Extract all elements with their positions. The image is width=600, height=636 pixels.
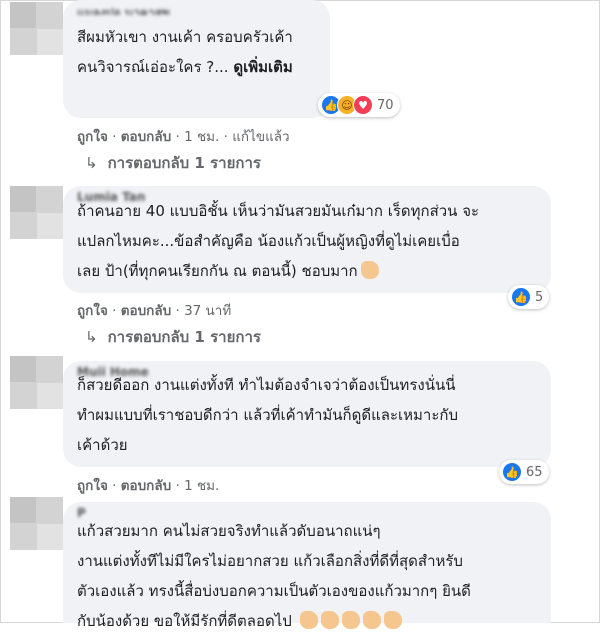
replies-label[interactable]: การตอบกลับ 1 รายการ bbox=[108, 328, 261, 346]
view-replies-link[interactable]: ↳ การตอบกลับ 1 รายการ bbox=[85, 325, 261, 349]
see-more-link[interactable]: ดูเพิ่มเติม bbox=[233, 58, 292, 76]
comment-actions: ถูกใจ · ตอบกลับ · 1 ชม. · แก้ไขแล้ว bbox=[77, 129, 290, 145]
clap-emoji-icon bbox=[341, 611, 360, 629]
comment-line-text: เลย ป้า(ที่ทุกคนเรียกกัน ณ ตอนนี้) ชอบมา… bbox=[77, 262, 358, 280]
comment-line: ทำผมแบบที่เราชอบดีกว่า แล้วที่เค้าทำมันก… bbox=[77, 406, 459, 424]
avatar[interactable] bbox=[10, 2, 63, 55]
comment-actions: ถูกใจ · ตอบกลับ · 37 นาที bbox=[77, 303, 232, 319]
clap-emoji-icon bbox=[362, 611, 381, 629]
like-link[interactable]: ถูกใจ bbox=[77, 129, 108, 145]
comment-bubble: แมลงปอ นาคาสุข สีผมหัวเขา งานเค้า ครอบคร… bbox=[63, 0, 330, 118]
like-link[interactable]: ถูกใจ bbox=[77, 303, 108, 319]
like-link[interactable]: ถูกใจ bbox=[77, 478, 108, 494]
avatar[interactable] bbox=[10, 497, 63, 550]
hand-emoji-icon bbox=[360, 261, 379, 279]
comment-line: คนวิจารณ์เอ่อะใคร ?... ดูเพิ่มเติม bbox=[77, 52, 316, 82]
reply-link[interactable]: ตอบกลับ bbox=[121, 129, 171, 145]
comment-line: ก็สวยดีออก งานแต่งทั้งที ทำไมต้องจำเจว่า… bbox=[77, 376, 456, 394]
comment-text: ก็สวยดีออก งานแต่งทั้งที ทำไมต้องจำเจว่า… bbox=[77, 370, 537, 460]
avatar[interactable] bbox=[10, 356, 63, 409]
replies-label[interactable]: การตอบกลับ 1 รายการ bbox=[108, 154, 261, 172]
comment-line: ตัวเองแล้ว ทรงนี้สื่อบ่งบอกความเป็นตัวเอ… bbox=[77, 582, 471, 600]
edited-label: แก้ไขแล้ว bbox=[232, 129, 290, 145]
comment-line: แก้วสวยมาก คนไม่สวยจริงทำแล้วดับอนาถแน่ๆ bbox=[77, 522, 381, 540]
reply-link[interactable]: ตอบกลับ bbox=[121, 478, 171, 494]
thumbs-up-icon: 👍 bbox=[511, 287, 531, 307]
comment-time[interactable]: 1 ชม. bbox=[184, 478, 219, 494]
reaction-summary[interactable]: 👍 ☺ ♥ 70 bbox=[318, 93, 400, 117]
comment-bubble: Lumia Tan ถ้าคนอาย 40 แบบอิชั้น เห็นว่าม… bbox=[63, 186, 551, 293]
clap-emoji-icon bbox=[320, 611, 339, 629]
comment-bubble: P แก้วสวยมาก คนไม่สวยจริงทำแล้วดับอนาถแน… bbox=[63, 502, 551, 630]
reaction-summary[interactable]: 👍 5 bbox=[508, 285, 550, 309]
comment-line: เค้าด้วย bbox=[77, 436, 128, 454]
comment-line: ถ้าคนอาย 40 แบบอิชั้น เห็นว่ามันสวยมันเก… bbox=[77, 202, 480, 220]
comment-actions: ถูกใจ · ตอบกลับ · 1 ชม. bbox=[77, 478, 220, 494]
comment-text: สีผมหัวเขา งานเค้า ครอบครัวเค้า คนวิจารณ… bbox=[77, 22, 316, 82]
avatar[interactable] bbox=[10, 186, 63, 239]
comment-line-text: คนวิจารณ์เอ่อะใคร ?... bbox=[77, 58, 229, 76]
comment-bubble: Muji Home ก็สวยดีออก งานแต่งทั้งที ทำไมต… bbox=[63, 361, 551, 467]
comment-line: กับน้องด้วย ขอให้มีรักที่ดีตลอดไป bbox=[77, 606, 537, 636]
thumbs-up-icon: 👍 bbox=[502, 462, 522, 482]
comment-line: แปลกไหมคะ...ข้อสำคัญคือ น้องแก้วเป็นผู้ห… bbox=[77, 232, 460, 250]
heart-icon: ♥ bbox=[353, 95, 373, 115]
reaction-count: 65 bbox=[526, 464, 543, 480]
comment-line: งานแต่งทั้งทีไม่มีใครไม่อยากสวย แก้วเลือ… bbox=[77, 552, 463, 570]
reply-arrow-icon: ↳ bbox=[85, 328, 98, 346]
comment-time[interactable]: 1 ชม. bbox=[184, 129, 219, 145]
reaction-count: 5 bbox=[535, 289, 544, 305]
reply-arrow-icon: ↳ bbox=[85, 154, 98, 172]
reply-link[interactable]: ตอบกลับ bbox=[121, 303, 171, 319]
reaction-count: 70 bbox=[377, 97, 394, 113]
reaction-summary[interactable]: 👍 65 bbox=[499, 460, 549, 484]
comment-line: เลย ป้า(ที่ทุกคนเรียกกัน ณ ตอนนี้) ชอบมา… bbox=[77, 256, 537, 286]
comment-line: สีผมหัวเขา งานเค้า ครอบครัวเค้า bbox=[77, 28, 293, 46]
comment-text: แก้วสวยมาก คนไม่สวยจริงทำแล้วดับอนาถแน่ๆ… bbox=[77, 516, 537, 636]
comment-text: ถ้าคนอาย 40 แบบอิชั้น เห็นว่ามันสวยมันเก… bbox=[77, 196, 537, 286]
view-replies-link[interactable]: ↳ การตอบกลับ 1 รายการ bbox=[85, 151, 261, 175]
clap-emoji-icon bbox=[299, 611, 318, 629]
comment-author[interactable]: แมลงปอ นาคาสุข bbox=[77, 4, 170, 15]
clap-emoji-icon bbox=[383, 611, 402, 629]
comment-time[interactable]: 37 นาที bbox=[184, 303, 231, 319]
comment-line-text: กับน้องด้วย ขอให้มีรักที่ดีตลอดไป bbox=[77, 612, 292, 630]
